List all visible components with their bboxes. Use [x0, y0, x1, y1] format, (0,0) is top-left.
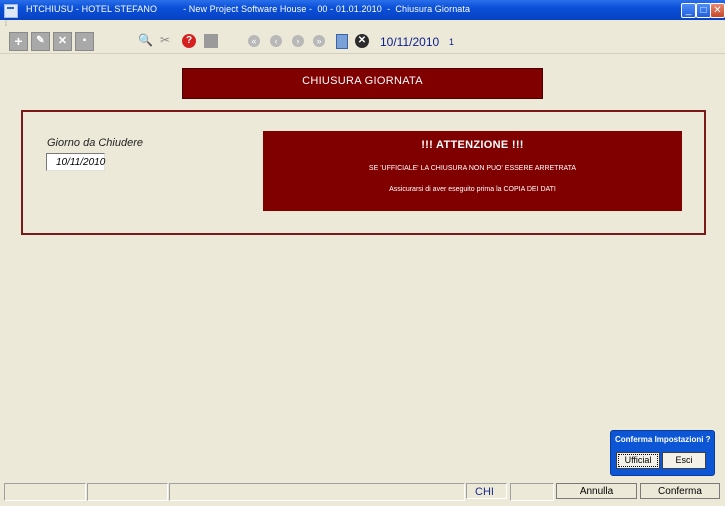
status-bar: CHI Annulla Conferma [0, 482, 725, 506]
warning-title: !!! ATTENZIONE !!! [421, 139, 524, 151]
save-record-icon[interactable]: ▪ [75, 32, 94, 51]
previous-record-icon[interactable]: ‹ [270, 35, 282, 47]
warning-line-backup: Assicurarsi di aver eseguito prima la CO… [389, 186, 556, 193]
closing-date-field[interactable]: 10/11/2010 [46, 153, 105, 171]
popup-title: Conferma Impostazioni ? [615, 435, 711, 444]
warning-line-official: SE 'UFFICIALE' LA CHIUSURA NON PUO' ESSE… [368, 165, 577, 172]
maximize-button[interactable]: □ [696, 3, 711, 18]
minimize-button[interactable]: _ [681, 3, 696, 18]
status-cell-2 [87, 483, 168, 501]
next-record-icon[interactable]: › [292, 35, 304, 47]
window-title: HTCHIUSU - HOTEL STEFANO - New Project S… [26, 4, 471, 14]
app-icon[interactable] [4, 4, 18, 18]
warning-box: !!! ATTENZIONE !!! SE 'UFFICIALE' LA CHI… [263, 131, 682, 211]
new-record-icon[interactable]: + [9, 32, 28, 51]
status-cell-3 [169, 483, 465, 501]
conferma-button[interactable]: Conferma [640, 483, 720, 499]
last-record-icon[interactable]: » [313, 35, 325, 47]
first-record-icon[interactable]: « [248, 35, 260, 47]
menu-bar: ⁞ [0, 20, 725, 29]
menu-grip-icon: ⁞ [5, 21, 7, 28]
status-code: CHI [466, 483, 507, 499]
status-cell-5 [510, 483, 554, 501]
ufficiale-button[interactable]: Ufficial [616, 452, 660, 469]
toolbar-date: 10/11/2010 [380, 35, 440, 49]
close-button[interactable]: ✕ [710, 3, 725, 18]
disk-icon[interactable] [204, 34, 218, 48]
edit-record-icon[interactable]: ✎ [31, 32, 50, 51]
annulla-button[interactable]: Annulla [556, 483, 637, 499]
tools-icon[interactable]: ✂ [160, 33, 177, 50]
esci-button[interactable]: Esci [662, 452, 706, 469]
delete-record-icon[interactable]: ✕ [53, 32, 72, 51]
calculator-icon[interactable] [336, 34, 348, 49]
page-title: CHIUSURA GIORNATA [182, 68, 543, 99]
toolbar: + ✎ ✕ ▪ 🔍 ✂ ? « ‹ › » ✕ [0, 29, 725, 54]
search-icon[interactable]: 🔍 [138, 33, 155, 50]
stop-icon[interactable]: ✕ [355, 34, 369, 48]
date-label: Giorno da Chiudere [47, 137, 144, 149]
toolbar-counter: 1 [449, 37, 455, 47]
status-cell-1 [4, 483, 86, 501]
confirm-settings-popup: Conferma Impostazioni ? Ufficial Esci [610, 430, 715, 476]
title-bar[interactable]: HTCHIUSU - HOTEL STEFANO - New Project S… [0, 0, 725, 20]
help-icon[interactable]: ? [182, 34, 196, 48]
